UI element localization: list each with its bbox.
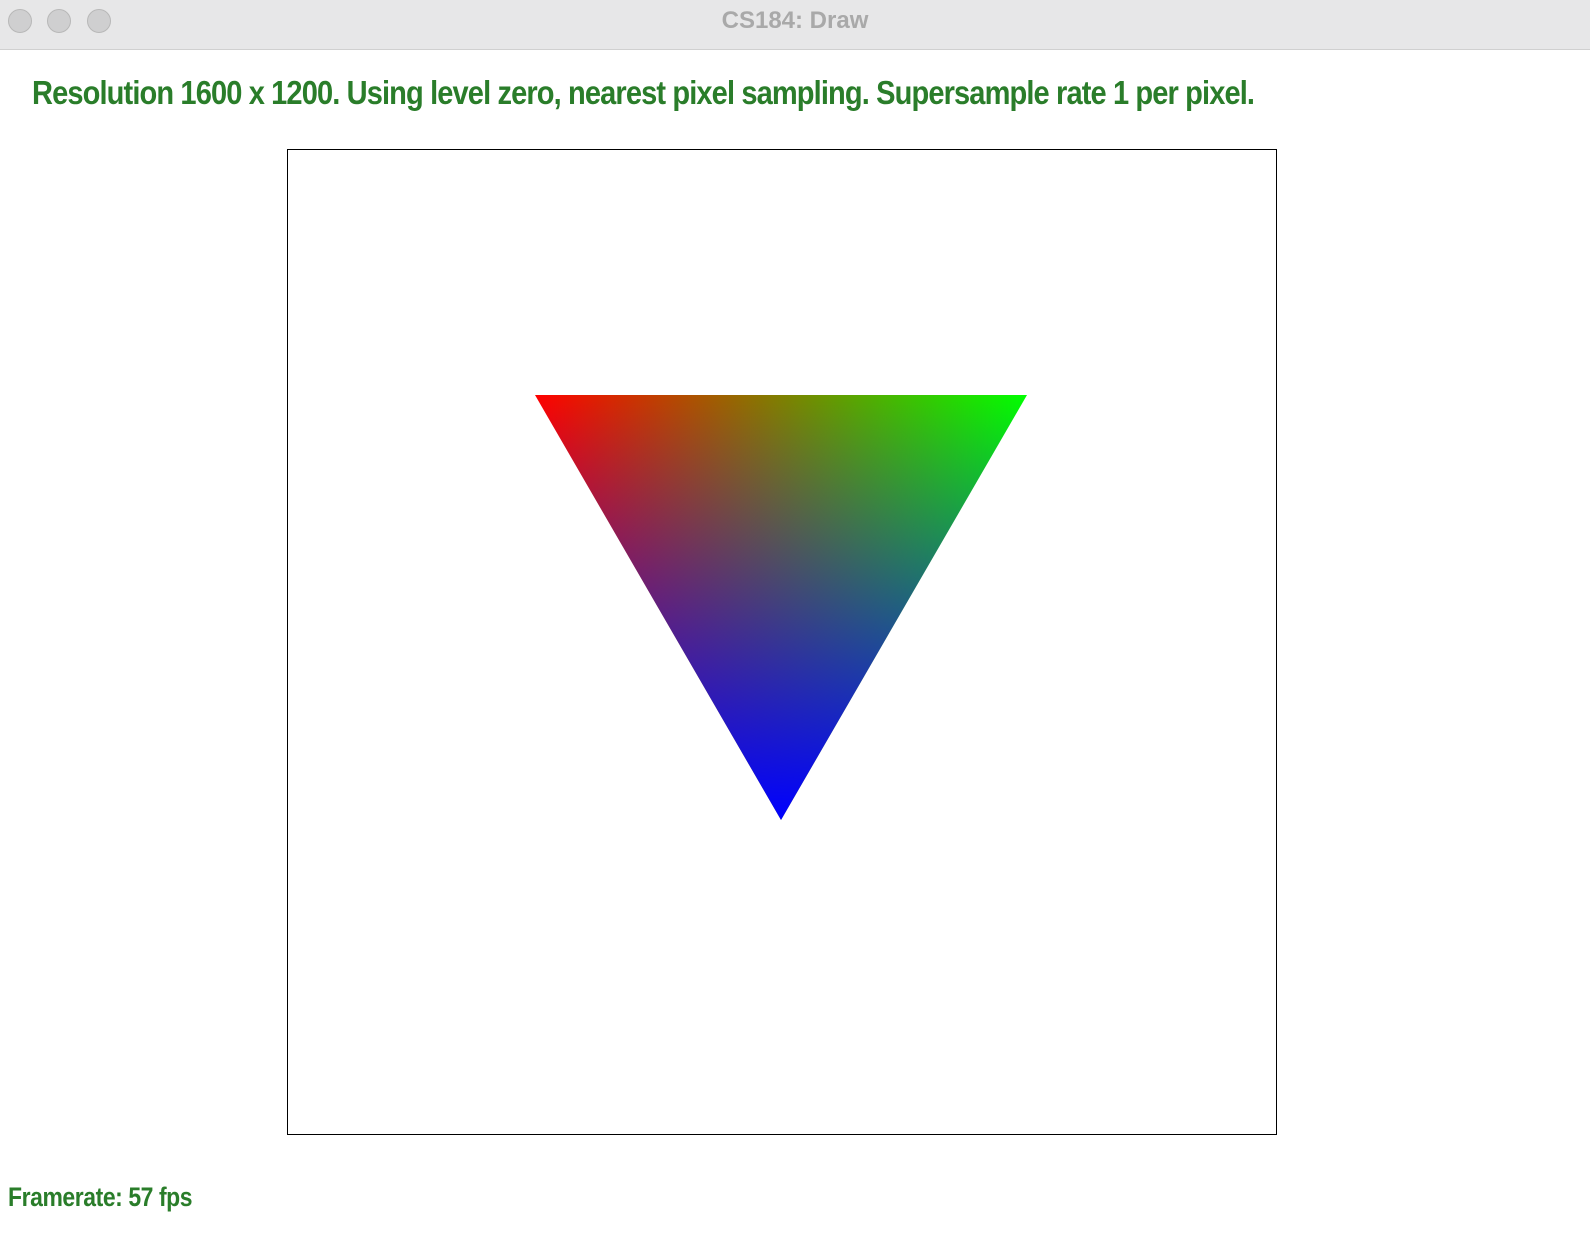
rgb-triangle-blue-overlay	[535, 395, 1027, 820]
canvas-svg	[535, 395, 1027, 820]
framerate-label: Framerate: 57 fps	[8, 1182, 193, 1212]
title-bar[interactable]: CS184: Draw	[0, 0, 1590, 50]
app-window: CS184: Draw Resolution 1600 x 1200. Usin…	[0, 0, 1590, 1242]
drawing-canvas[interactable]	[287, 149, 1277, 1135]
render-status-text: Resolution 1600 x 1200. Using level zero…	[32, 74, 1255, 111]
window-title: CS184: Draw	[721, 7, 869, 34]
